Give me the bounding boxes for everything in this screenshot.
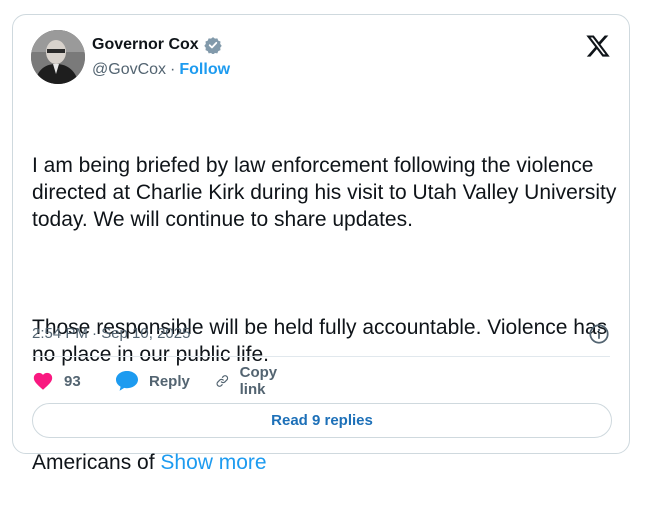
tweet-paragraph-start: Americans of xyxy=(32,451,161,474)
reply-button[interactable]: Reply xyxy=(115,368,190,394)
reply-label: Reply xyxy=(149,372,190,390)
avatar[interactable] xyxy=(31,30,85,84)
tweet-card: Governor Cox @GovCox · Follow I am being b… xyxy=(12,14,630,474)
follow-link[interactable]: Follow xyxy=(179,61,230,78)
author-handle-row: @GovCox · Follow xyxy=(92,61,230,79)
read-replies-button[interactable]: Read 9 replies xyxy=(32,403,612,438)
heart-icon xyxy=(33,372,53,390)
show-more-link[interactable]: Show more xyxy=(160,451,266,474)
action-bar: 93 Reply Copy link xyxy=(32,364,277,398)
like-count: 93 xyxy=(64,372,81,390)
tweet-timestamp[interactable]: 2:54 PM · Sep 10, 2025 xyxy=(32,325,190,342)
author-handle[interactable]: @GovCox xyxy=(92,61,166,78)
x-logo-icon[interactable] xyxy=(585,33,611,59)
info-icon[interactable] xyxy=(588,323,610,345)
like-button[interactable]: 93 xyxy=(32,370,81,392)
copy-link-label: Copy link xyxy=(239,364,278,398)
verified-badge-icon xyxy=(203,37,222,54)
link-icon xyxy=(216,375,229,387)
author-name-row: Governor Cox xyxy=(92,36,222,54)
tweet-paragraph: I am being briefed by law enforcement fo… xyxy=(32,154,623,231)
tweet-text: I am being briefed by law enforcement fo… xyxy=(32,98,622,530)
divider xyxy=(32,356,610,357)
copy-link-button[interactable]: Copy link xyxy=(215,364,285,398)
separator-dot: · xyxy=(170,61,176,78)
tweet-paragraph-truncated: Americans of Show more xyxy=(32,449,622,476)
speech-bubble-icon xyxy=(116,371,138,391)
author-display-name[interactable]: Governor Cox xyxy=(92,36,199,54)
avatar-photo xyxy=(31,30,85,84)
